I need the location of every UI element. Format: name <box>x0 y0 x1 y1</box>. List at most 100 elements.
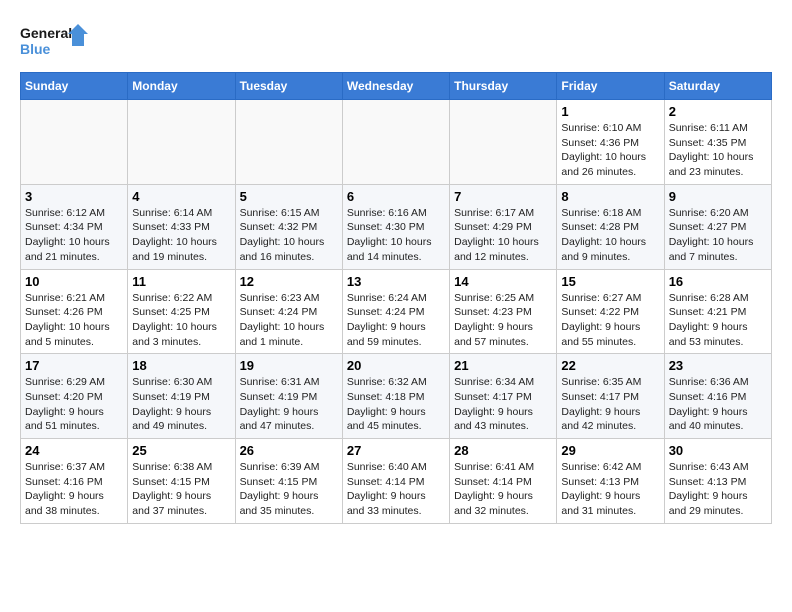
day-number: 4 <box>132 189 230 204</box>
calendar-cell: 15 Sunrise: 6:27 AMSunset: 4:22 PMDayligh… <box>557 269 664 354</box>
calendar-week-row: 24 Sunrise: 6:37 AMSunset: 4:16 PMDayligh… <box>21 439 772 524</box>
calendar-cell: 26 Sunrise: 6:39 AMSunset: 4:15 PMDayligh… <box>235 439 342 524</box>
day-number: 6 <box>347 189 445 204</box>
day-number: 27 <box>347 443 445 458</box>
svg-text:Blue: Blue <box>20 41 51 57</box>
calendar-cell: 23Sunrise: 6:36 AMSunset: 4:16 PMDayligh… <box>664 354 771 439</box>
day-info: Sunrise: 6:37 AMSunset: 4:16 PMDaylight:… <box>25 460 123 519</box>
day-info: Sunrise: 6:38 AMSunset: 4:15 PMDaylight:… <box>132 460 230 519</box>
calendar-cell: 27 Sunrise: 6:40 AMSunset: 4:14 PMDayligh… <box>342 439 449 524</box>
weekday-header: Wednesday <box>342 73 449 100</box>
calendar-cell: 8 Sunrise: 6:18 AMSunset: 4:28 PMDaylight… <box>557 184 664 269</box>
day-number: 2 <box>669 104 767 119</box>
calendar-header-row: SundayMondayTuesdayWednesdayThursdayFrid… <box>21 73 772 100</box>
day-info: Sunrise: 6:18 AMSunset: 4:28 PMDaylight:… <box>561 206 659 265</box>
day-info: Sunrise: 6:30 AMSunset: 4:19 PMDaylight:… <box>132 375 230 434</box>
day-info: Sunrise: 6:39 AMSunset: 4:15 PMDaylight:… <box>240 460 338 519</box>
day-number: 16 <box>669 274 767 289</box>
calendar-week-row: 17Sunrise: 6:29 AMSunset: 4:20 PMDayligh… <box>21 354 772 439</box>
day-info: Sunrise: 6:11 AMSunset: 4:35 PMDaylight:… <box>669 121 767 180</box>
calendar-cell: 29Sunrise: 6:42 AMSunset: 4:13 PMDayligh… <box>557 439 664 524</box>
day-info: Sunrise: 6:41 AMSunset: 4:14 PMDaylight:… <box>454 460 552 519</box>
day-info: Sunrise: 6:25 AMSunset: 4:23 PMDaylight:… <box>454 291 552 350</box>
calendar-cell: 14 Sunrise: 6:25 AMSunset: 4:23 PMDayligh… <box>450 269 557 354</box>
calendar: SundayMondayTuesdayWednesdayThursdayFrid… <box>20 72 772 524</box>
day-info: Sunrise: 6:10 AMSunset: 4:36 PMDaylight:… <box>561 121 659 180</box>
calendar-cell: 25 Sunrise: 6:38 AMSunset: 4:15 PMDayligh… <box>128 439 235 524</box>
day-number: 12 <box>240 274 338 289</box>
day-info: Sunrise: 6:40 AMSunset: 4:14 PMDaylight:… <box>347 460 445 519</box>
calendar-cell: 5 Sunrise: 6:15 AMSunset: 4:32 PMDaylight… <box>235 184 342 269</box>
logo-svg: General Blue <box>20 20 90 62</box>
day-info: Sunrise: 6:29 AMSunset: 4:20 PMDaylight:… <box>25 375 123 434</box>
day-info: Sunrise: 6:42 AMSunset: 4:13 PMDaylight:… <box>561 460 659 519</box>
day-number: 13 <box>347 274 445 289</box>
day-info: Sunrise: 6:34 AMSunset: 4:17 PMDaylight:… <box>454 375 552 434</box>
weekday-header: Monday <box>128 73 235 100</box>
calendar-cell <box>128 100 235 185</box>
day-info: Sunrise: 6:28 AMSunset: 4:21 PMDaylight:… <box>669 291 767 350</box>
calendar-cell: 30Sunrise: 6:43 AMSunset: 4:13 PMDayligh… <box>664 439 771 524</box>
day-info: Sunrise: 6:15 AMSunset: 4:32 PMDaylight:… <box>240 206 338 265</box>
day-number: 15 <box>561 274 659 289</box>
day-info: Sunrise: 6:16 AMSunset: 4:30 PMDaylight:… <box>347 206 445 265</box>
calendar-cell: 2 Sunrise: 6:11 AMSunset: 4:35 PMDaylight… <box>664 100 771 185</box>
calendar-cell: 9Sunrise: 6:20 AMSunset: 4:27 PMDaylight… <box>664 184 771 269</box>
day-info: Sunrise: 6:22 AMSunset: 4:25 PMDaylight:… <box>132 291 230 350</box>
day-number: 30 <box>669 443 767 458</box>
calendar-cell: 13Sunrise: 6:24 AMSunset: 4:24 PMDayligh… <box>342 269 449 354</box>
day-number: 7 <box>454 189 552 204</box>
calendar-week-row: 10Sunrise: 6:21 AMSunset: 4:26 PMDayligh… <box>21 269 772 354</box>
day-number: 20 <box>347 358 445 373</box>
calendar-cell <box>342 100 449 185</box>
calendar-cell: 6 Sunrise: 6:16 AMSunset: 4:30 PMDaylight… <box>342 184 449 269</box>
day-info: Sunrise: 6:32 AMSunset: 4:18 PMDaylight:… <box>347 375 445 434</box>
day-number: 24 <box>25 443 123 458</box>
day-number: 28 <box>454 443 552 458</box>
day-info: Sunrise: 6:35 AMSunset: 4:17 PMDaylight:… <box>561 375 659 434</box>
calendar-cell: 17Sunrise: 6:29 AMSunset: 4:20 PMDayligh… <box>21 354 128 439</box>
svg-text:General: General <box>20 25 72 41</box>
calendar-cell: 10Sunrise: 6:21 AMSunset: 4:26 PMDayligh… <box>21 269 128 354</box>
day-number: 3 <box>25 189 123 204</box>
day-number: 8 <box>561 189 659 204</box>
logo: General Blue <box>20 20 90 62</box>
day-number: 14 <box>454 274 552 289</box>
calendar-week-row: 3Sunrise: 6:12 AMSunset: 4:34 PMDaylight… <box>21 184 772 269</box>
calendar-cell: 28 Sunrise: 6:41 AMSunset: 4:14 PMDayligh… <box>450 439 557 524</box>
day-info: Sunrise: 6:23 AMSunset: 4:24 PMDaylight:… <box>240 291 338 350</box>
calendar-cell: 7 Sunrise: 6:17 AMSunset: 4:29 PMDaylight… <box>450 184 557 269</box>
day-number: 1 <box>561 104 659 119</box>
day-info: Sunrise: 6:17 AMSunset: 4:29 PMDaylight:… <box>454 206 552 265</box>
day-info: Sunrise: 6:31 AMSunset: 4:19 PMDaylight:… <box>240 375 338 434</box>
calendar-cell <box>235 100 342 185</box>
calendar-cell: 20 Sunrise: 6:32 AMSunset: 4:18 PMDayligh… <box>342 354 449 439</box>
calendar-cell: 4 Sunrise: 6:14 AMSunset: 4:33 PMDaylight… <box>128 184 235 269</box>
day-number: 21 <box>454 358 552 373</box>
day-number: 25 <box>132 443 230 458</box>
day-number: 26 <box>240 443 338 458</box>
day-number: 18 <box>132 358 230 373</box>
calendar-cell: 1 Sunrise: 6:10 AMSunset: 4:36 PMDaylight… <box>557 100 664 185</box>
calendar-week-row: 1 Sunrise: 6:10 AMSunset: 4:36 PMDaylight… <box>21 100 772 185</box>
calendar-cell: 11 Sunrise: 6:22 AMSunset: 4:25 PMDayligh… <box>128 269 235 354</box>
day-info: Sunrise: 6:21 AMSunset: 4:26 PMDaylight:… <box>25 291 123 350</box>
calendar-cell: 12 Sunrise: 6:23 AMSunset: 4:24 PMDayligh… <box>235 269 342 354</box>
day-number: 11 <box>132 274 230 289</box>
day-number: 5 <box>240 189 338 204</box>
weekday-header: Sunday <box>21 73 128 100</box>
weekday-header: Tuesday <box>235 73 342 100</box>
calendar-cell: 18 Sunrise: 6:30 AMSunset: 4:19 PMDayligh… <box>128 354 235 439</box>
day-info: Sunrise: 6:14 AMSunset: 4:33 PMDaylight:… <box>132 206 230 265</box>
calendar-body: 1 Sunrise: 6:10 AMSunset: 4:36 PMDaylight… <box>21 100 772 524</box>
calendar-cell: 16 Sunrise: 6:28 AMSunset: 4:21 PMDayligh… <box>664 269 771 354</box>
day-info: Sunrise: 6:27 AMSunset: 4:22 PMDaylight:… <box>561 291 659 350</box>
calendar-cell: 19 Sunrise: 6:31 AMSunset: 4:19 PMDayligh… <box>235 354 342 439</box>
day-info: Sunrise: 6:20 AMSunset: 4:27 PMDaylight:… <box>669 206 767 265</box>
weekday-header: Thursday <box>450 73 557 100</box>
day-number: 19 <box>240 358 338 373</box>
calendar-cell: 24 Sunrise: 6:37 AMSunset: 4:16 PMDayligh… <box>21 439 128 524</box>
calendar-cell: 3Sunrise: 6:12 AMSunset: 4:34 PMDaylight… <box>21 184 128 269</box>
day-number: 22 <box>561 358 659 373</box>
weekday-header: Saturday <box>664 73 771 100</box>
